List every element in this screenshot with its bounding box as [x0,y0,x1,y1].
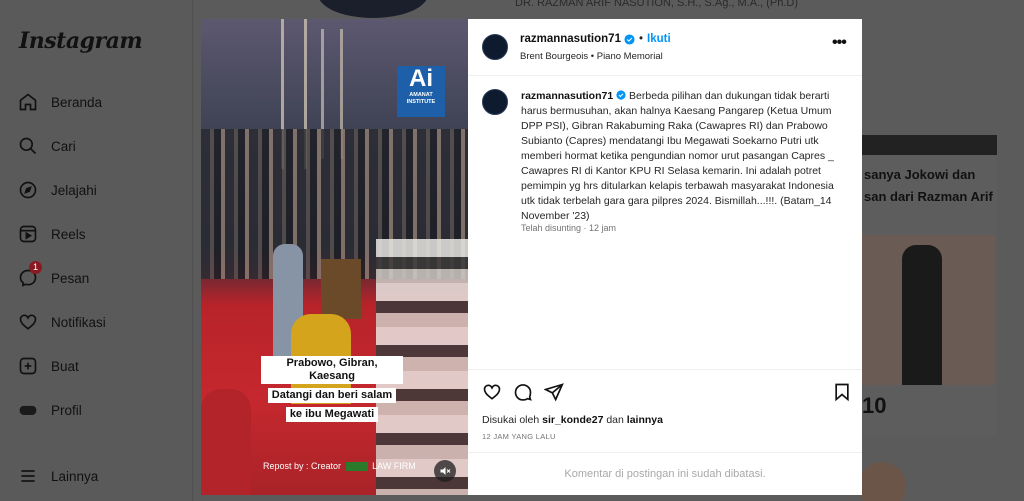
sidebar-item-beranda[interactable]: Beranda [18,90,102,114]
sidebar-item-jelajahi[interactable]: Jelajahi [18,178,97,202]
video-caption: Prabowo, Gibran, Kaesang Datangi dan ber… [261,356,403,423]
sidebar: Instagram Beranda Cari Jelajahi Reels 1 … [0,0,193,501]
verified-badge-icon [624,33,635,45]
sidebar-item-pesan[interactable]: 1 Pesan [18,261,90,290]
comment-icon[interactable] [513,382,533,402]
background-article-card: sanya Jokowi dan san dari Razman Arif 10 [862,135,997,435]
caption-text: razmannasution71 Berbeda pilihan dan duk… [521,89,837,224]
liker-username[interactable]: sir_konde27 [542,414,603,426]
logo-text: Ai [409,65,433,92]
post-header: razmannasution71 • Ikuti Brent Bourgeois… [468,19,862,76]
heart-icon [19,314,37,330]
separator-dot: • [638,33,644,45]
compass-icon [19,181,37,199]
person [201,389,251,495]
sidebar-item-notifikasi[interactable]: Notifikasi [18,310,106,334]
sidebar-item-label: Profil [51,402,82,418]
notification-badge: 1 [29,261,42,274]
sidebar-item-reels[interactable]: Reels [18,222,86,246]
instagram-logo[interactable]: Instagram [19,28,143,54]
search-icon [19,137,37,155]
article-header-strip [862,135,997,155]
likes-and: dan [606,414,624,426]
avatar[interactable] [482,34,508,60]
repost-suffix: LAW FIRM [372,461,416,471]
logo-text: AMANAT [409,92,433,98]
verified-badge-icon [616,90,626,100]
sidebar-item-label: Notifikasi [51,314,106,330]
caption-line: Prabowo, Gibran, Kaesang [261,356,403,384]
likes-others-link[interactable]: lainnya [627,414,663,426]
post-detail-panel: razmannasution71 • Ikuti Brent Bourgeois… [468,19,862,495]
sidebar-item-label: Jelajahi [51,182,97,198]
like-heart-icon[interactable] [482,382,502,402]
share-send-icon[interactable] [544,382,564,402]
username-link[interactable]: razmannasution71 [521,90,613,102]
profile-icon [19,405,37,415]
post-timestamp[interactable]: 12 JAM YANG LALU [482,432,556,441]
article-photo [862,235,995,385]
person-silhouette [902,245,942,385]
caption-meta: Telah disunting · 12 jam [521,223,617,233]
caption-body: Berbeda pilihan dan dukungan tidak berar… [521,90,834,222]
post-actions: Disukai oleh sir_konde27 dan lainnya 12 … [468,369,862,459]
home-icon [19,93,37,111]
sidebar-item-profil[interactable]: Profil [18,398,82,422]
sidebar-item-label: Cari [51,138,76,154]
sidebar-item-label: Pesan [51,270,90,286]
avatar[interactable] [482,89,508,115]
logo-text: INSTITUTE [406,99,436,105]
post-media[interactable]: Ai AMANAT INSTITUTE Prabowo, Gibran, Kae… [201,19,468,495]
username-link[interactable]: razmannasution71 [520,33,621,45]
plus-square-icon [19,357,37,375]
sidebar-item-label: Lainnya [51,468,99,484]
sidebar-item-label: Buat [51,358,79,374]
repost-text: Repost by : Creator [263,461,342,471]
caption-line: Datangi dan beri salam [267,388,397,403]
menu-icon [21,470,35,482]
sidebar-item-lainnya[interactable]: Lainnya [18,464,98,488]
sidebar-item-cari[interactable]: Cari [18,134,76,158]
amanat-institute-logo: Ai AMANAT INSTITUTE [397,66,445,117]
article-headline: sanya Jokowi dan [864,167,976,182]
follow-button[interactable]: Ikuti [647,33,671,45]
creator-logo [345,462,368,472]
reels-icon [19,225,37,243]
sidebar-item-label: Reels [51,226,86,242]
article-headline: san dari Razman Arif [864,189,993,204]
sidebar-item-label: Beranda [51,94,103,110]
audio-info[interactable]: Brent Bourgeois • Piano Memorial [520,51,663,62]
caption-line: ke ibu Megawati [285,407,379,422]
repost-credit: Repost by : Creator LAW FIRM [263,461,416,472]
likes-prefix: Disukai oleh [482,414,540,426]
article-number: 10 [862,393,887,418]
table [321,259,361,319]
bookmark-icon[interactable] [832,382,852,402]
sidebar-item-buat[interactable]: Buat [18,354,79,378]
likes-summary: Disukai oleh sir_konde27 dan lainnya [482,414,663,426]
post-author: razmannasution71 • Ikuti [520,33,671,45]
background-post-text: DR. RAZMAN ARIF NASUTION, S.H., S.Ag., M… [515,0,798,9]
more-options-icon[interactable]: ••• [832,34,847,52]
comments-disabled-notice: Komentar di postingan ini sudah dibatasi… [468,452,862,495]
speaker-muted-icon [440,467,451,475]
mute-button[interactable] [434,460,456,482]
